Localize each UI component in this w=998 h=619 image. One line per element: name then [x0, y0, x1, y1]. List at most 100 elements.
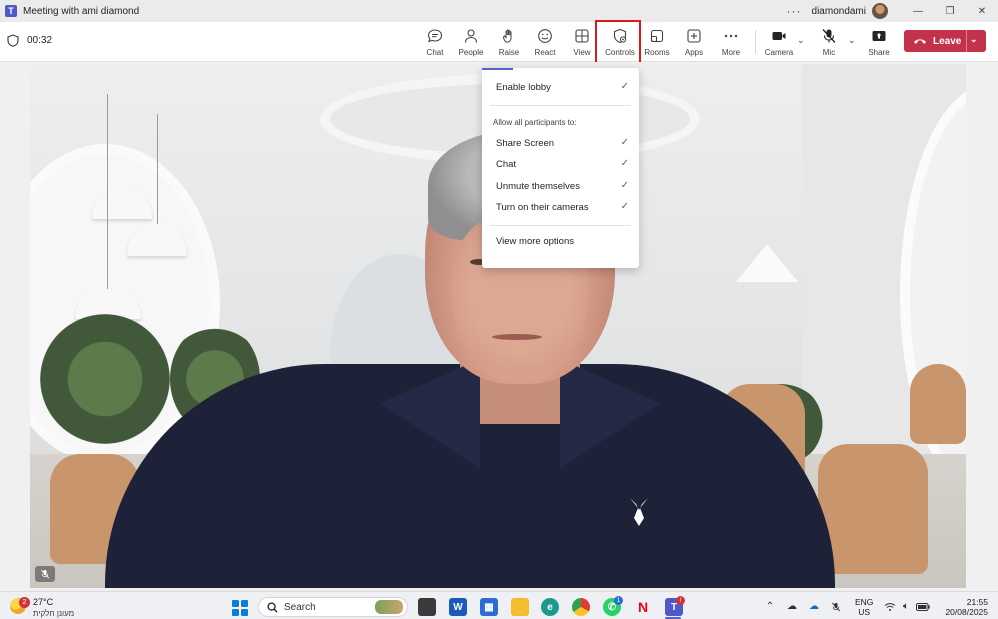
share-label: Share — [868, 48, 890, 57]
camera-label: Camera — [764, 48, 794, 57]
input-language[interactable]: ENG US — [855, 597, 873, 617]
title-bar: T Meeting with ami diamond ··· diamondam… — [0, 0, 998, 22]
menu-accent-bar — [482, 68, 513, 70]
battery-icon[interactable] — [916, 600, 930, 613]
avatar[interactable] — [872, 3, 888, 19]
maximize-button[interactable]: ❐ — [934, 0, 966, 22]
camera-icon — [772, 32, 786, 40]
word-icon[interactable]: W — [449, 598, 467, 616]
rooms-icon — [650, 29, 664, 43]
mic-off-icon — [831, 602, 841, 611]
people-label: People — [458, 48, 484, 57]
shield-icon — [7, 34, 19, 47]
participant-mouth — [492, 334, 542, 340]
wifi-icon-glyph — [884, 602, 896, 611]
raise-hand-button[interactable]: Raise — [497, 25, 521, 59]
meeting-toolbar: 00:32 Chat People Raise React View Contr… — [0, 22, 998, 62]
windows-logo-tile — [241, 600, 248, 607]
react-button[interactable]: React — [533, 25, 557, 59]
file-explorer-icon[interactable] — [511, 598, 529, 616]
share-button[interactable]: Share — [867, 25, 891, 59]
view-more-options-link[interactable]: View more options — [496, 236, 574, 247]
user-name[interactable]: diamondami — [812, 6, 866, 17]
rooms-button[interactable]: Rooms — [644, 25, 670, 59]
task-view-icon[interactable] — [418, 598, 436, 616]
people-icon — [464, 29, 478, 43]
windows-logo-tile — [232, 600, 239, 607]
chat-permission-label: Chat — [496, 159, 517, 170]
react-label: React — [534, 48, 556, 57]
chat-bubble-icon — [427, 29, 443, 43]
check-icon: ✓ — [620, 137, 629, 148]
netflix-icon[interactable]: N — [634, 598, 652, 616]
lamp-cord — [107, 154, 108, 294]
onedrive-icon[interactable]: ☁ — [807, 600, 821, 613]
volume-icon[interactable]: 🔈︎ — [899, 600, 913, 613]
show-hidden-icons-chevron-up-icon[interactable]: ⌃ — [763, 600, 777, 613]
leave-button[interactable]: Leave ⌄ — [904, 30, 986, 52]
menu-divider — [490, 225, 631, 226]
check-icon: ✓ — [620, 81, 629, 92]
windows-logo-tile — [232, 609, 239, 616]
chrome-icon[interactable] — [572, 598, 590, 616]
turn-on-cameras-label: Turn on their cameras — [496, 202, 589, 213]
participant-muted-badge — [35, 566, 55, 582]
menu-section-header: Allow all participants to: — [493, 118, 577, 127]
taskbar-search[interactable]: Search — [258, 597, 408, 617]
mic-button[interactable]: Mic — [818, 25, 840, 59]
language-code: ENG — [855, 597, 874, 607]
mic-label: Mic — [822, 48, 836, 57]
camera-button[interactable]: Camera — [764, 25, 794, 59]
search-highlight-image — [375, 600, 403, 614]
toolbar-divider — [755, 30, 756, 54]
weather-description: מעונן חלקית — [33, 609, 75, 618]
share-screen-icon — [872, 31, 886, 41]
minimize-button[interactable]: — — [902, 0, 934, 22]
meeting-timer: 00:32 — [7, 34, 52, 47]
keyboard-region: US — [858, 607, 871, 617]
apps-label: Apps — [684, 48, 704, 57]
chat-label: Chat — [426, 48, 444, 57]
battery-icon-glyph — [916, 602, 930, 611]
weather-temperature: 27°C — [33, 597, 54, 607]
whatsapp-badge: 1 — [614, 596, 623, 605]
unmute-themselves-label: Unmute themselves — [496, 181, 580, 192]
leave-options-chevron-down-icon[interactable]: ⌄ — [970, 34, 978, 45]
system-clock[interactable]: 21:55 20/08/2025 — [940, 597, 988, 617]
more-label: More — [721, 48, 741, 57]
clock-time: 21:55 — [966, 597, 988, 607]
window-more-icon[interactable]: ··· — [787, 4, 802, 18]
edge-icon[interactable]: e — [541, 598, 559, 616]
shirt-logo-icon — [630, 498, 648, 526]
add-apps-icon — [687, 29, 701, 43]
apps-button[interactable]: Apps — [683, 25, 705, 59]
close-button[interactable]: ✕ — [966, 0, 998, 22]
start-button[interactable] — [232, 600, 248, 616]
people-button[interactable]: People — [458, 25, 484, 59]
mic-in-use-icon[interactable] — [829, 600, 843, 613]
chat-button[interactable]: Chat — [424, 25, 446, 59]
window-title: Meeting with ami diamond — [23, 5, 140, 17]
view-label: View — [573, 48, 591, 57]
clock-date: 20/08/2025 — [945, 607, 988, 617]
search-label: Search — [284, 601, 316, 613]
leave-divider — [966, 30, 967, 52]
wifi-icon[interactable] — [883, 600, 897, 613]
leave-label: Leave — [933, 35, 962, 47]
enable-lobby-label: Enable lobby — [496, 82, 551, 93]
timer-text: 00:32 — [27, 35, 53, 46]
pendant-lamp-right — [736, 244, 798, 282]
onedrive-off-icon[interactable]: ☁ — [785, 600, 799, 613]
check-icon: ✓ — [620, 180, 629, 191]
weather-badge: 2 — [19, 597, 30, 608]
raise-hand-icon — [502, 29, 512, 43]
lamp-cord — [157, 114, 158, 229]
mic-off-icon — [822, 29, 836, 43]
view-button[interactable]: View — [571, 25, 593, 59]
share-screen-label: Share Screen — [496, 138, 555, 149]
check-icon: ✓ — [620, 158, 629, 169]
more-button[interactable]: More — [719, 25, 743, 59]
camera-options-chevron-down-icon[interactable]: ⌄ — [797, 35, 805, 46]
mic-options-chevron-down-icon[interactable]: ⌄ — [848, 35, 856, 46]
microsoft-store-icon[interactable]: ▦ — [480, 598, 498, 616]
